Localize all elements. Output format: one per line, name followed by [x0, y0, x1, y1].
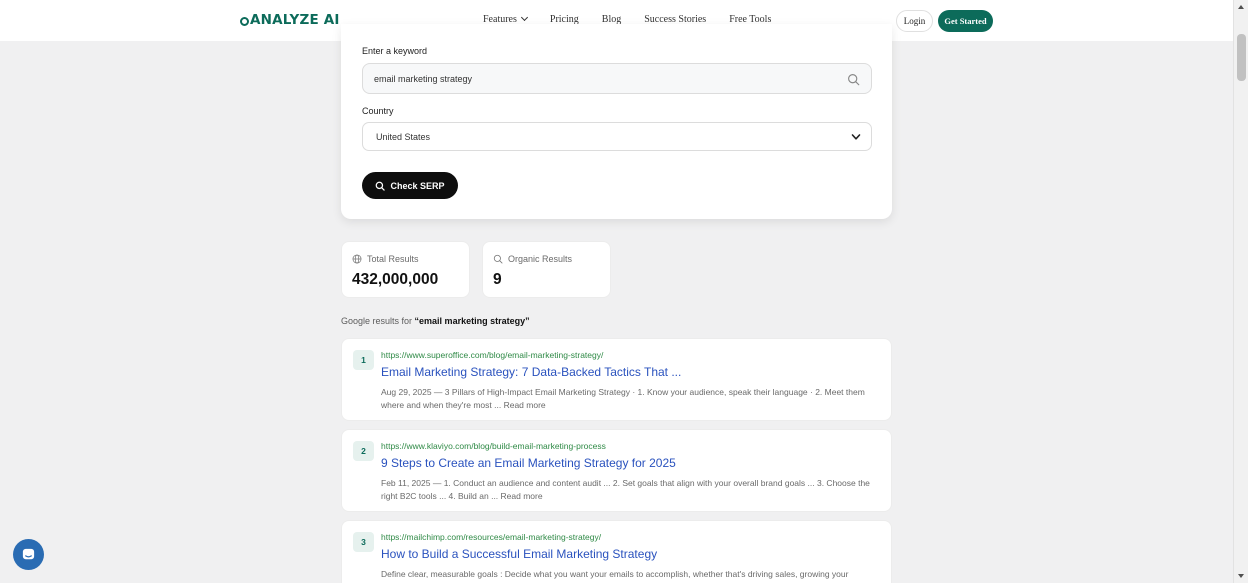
scrollbar-thumb[interactable]	[1237, 34, 1246, 81]
total-results-card: Total Results 432,000,000	[341, 241, 470, 298]
result-card: 3 https://mailchimp.com/resources/email-…	[341, 520, 892, 583]
organic-results-label: Organic Results	[508, 254, 573, 264]
keyword-value: email marketing strategy	[374, 74, 473, 84]
result-title-link[interactable]: How to Build a Successful Email Marketin…	[381, 547, 657, 561]
get-started-button[interactable]: Get Started	[938, 10, 993, 32]
result-rank-badge: 2	[353, 441, 374, 461]
search-icon	[493, 254, 503, 264]
globe-icon	[352, 254, 362, 264]
result-url[interactable]: https://www.klaviyo.com/blog/build-email…	[381, 441, 606, 451]
login-button[interactable]: Login	[896, 10, 933, 32]
check-serp-button[interactable]: Check SERP	[362, 172, 458, 199]
country-value: United States	[376, 132, 431, 142]
scroll-down-icon[interactable]	[1238, 574, 1244, 578]
result-url[interactable]: https://www.superoffice.com/blog/email-m…	[381, 350, 603, 360]
total-results-heading: Total Results	[352, 254, 419, 264]
serp-form-card: Enter a keyword email marketing strategy…	[341, 24, 892, 219]
results-heading-query: “email marketing strategy”	[414, 316, 530, 326]
chat-icon	[22, 548, 35, 560]
search-icon	[376, 181, 386, 191]
result-card: 1 https://www.superoffice.com/blog/email…	[341, 338, 892, 421]
results-heading: Google results for “email marketing stra…	[341, 316, 530, 326]
result-snippet: Feb 11, 2025 — 1. Conduct an audience an…	[381, 478, 870, 501]
result-snippet: Define clear, measurable goals : Decide …	[381, 569, 849, 579]
result-title-link[interactable]: Email Marketing Strategy: 7 Data-Backed …	[381, 365, 681, 379]
result-rank-badge: 3	[353, 532, 374, 552]
chevron-down-icon	[520, 13, 528, 22]
keyword-label: Enter a keyword	[362, 46, 428, 56]
country-select[interactable]: United States	[362, 122, 872, 151]
organic-results-card: Organic Results 9	[482, 241, 611, 298]
brand-name: ANALYZE AI	[250, 12, 340, 28]
total-results-value: 432,000,000	[352, 271, 439, 288]
result-rank-badge: 1	[353, 350, 374, 370]
country-label: Country	[362, 106, 394, 116]
check-serp-label: Check SERP	[390, 180, 445, 191]
result-card: 2 https://www.klaviyo.com/blog/build-ema…	[341, 429, 892, 512]
page-scrollbar[interactable]	[1233, 0, 1248, 583]
keyword-input[interactable]: email marketing strategy	[362, 63, 872, 94]
result-title-link[interactable]: 9 Steps to Create an Email Marketing Str…	[381, 456, 676, 470]
result-url[interactable]: https://mailchimp.com/resources/email-ma…	[381, 532, 601, 542]
chat-widget-button[interactable]	[13, 539, 44, 570]
total-results-label: Total Results	[367, 254, 419, 264]
scroll-up-icon[interactable]	[1238, 5, 1244, 9]
search-icon	[848, 74, 860, 86]
organic-results-value: 9	[493, 271, 502, 288]
results-heading-prefix: Google results for	[341, 316, 415, 326]
logo-mark-icon	[240, 16, 249, 26]
result-snippet: Aug 29, 2025 — 3 Pillars of High-Impact …	[381, 387, 865, 410]
organic-results-heading: Organic Results	[493, 254, 572, 264]
chevron-down-icon	[851, 134, 861, 140]
brand-logo[interactable]: ANALYZE AI	[240, 12, 340, 28]
